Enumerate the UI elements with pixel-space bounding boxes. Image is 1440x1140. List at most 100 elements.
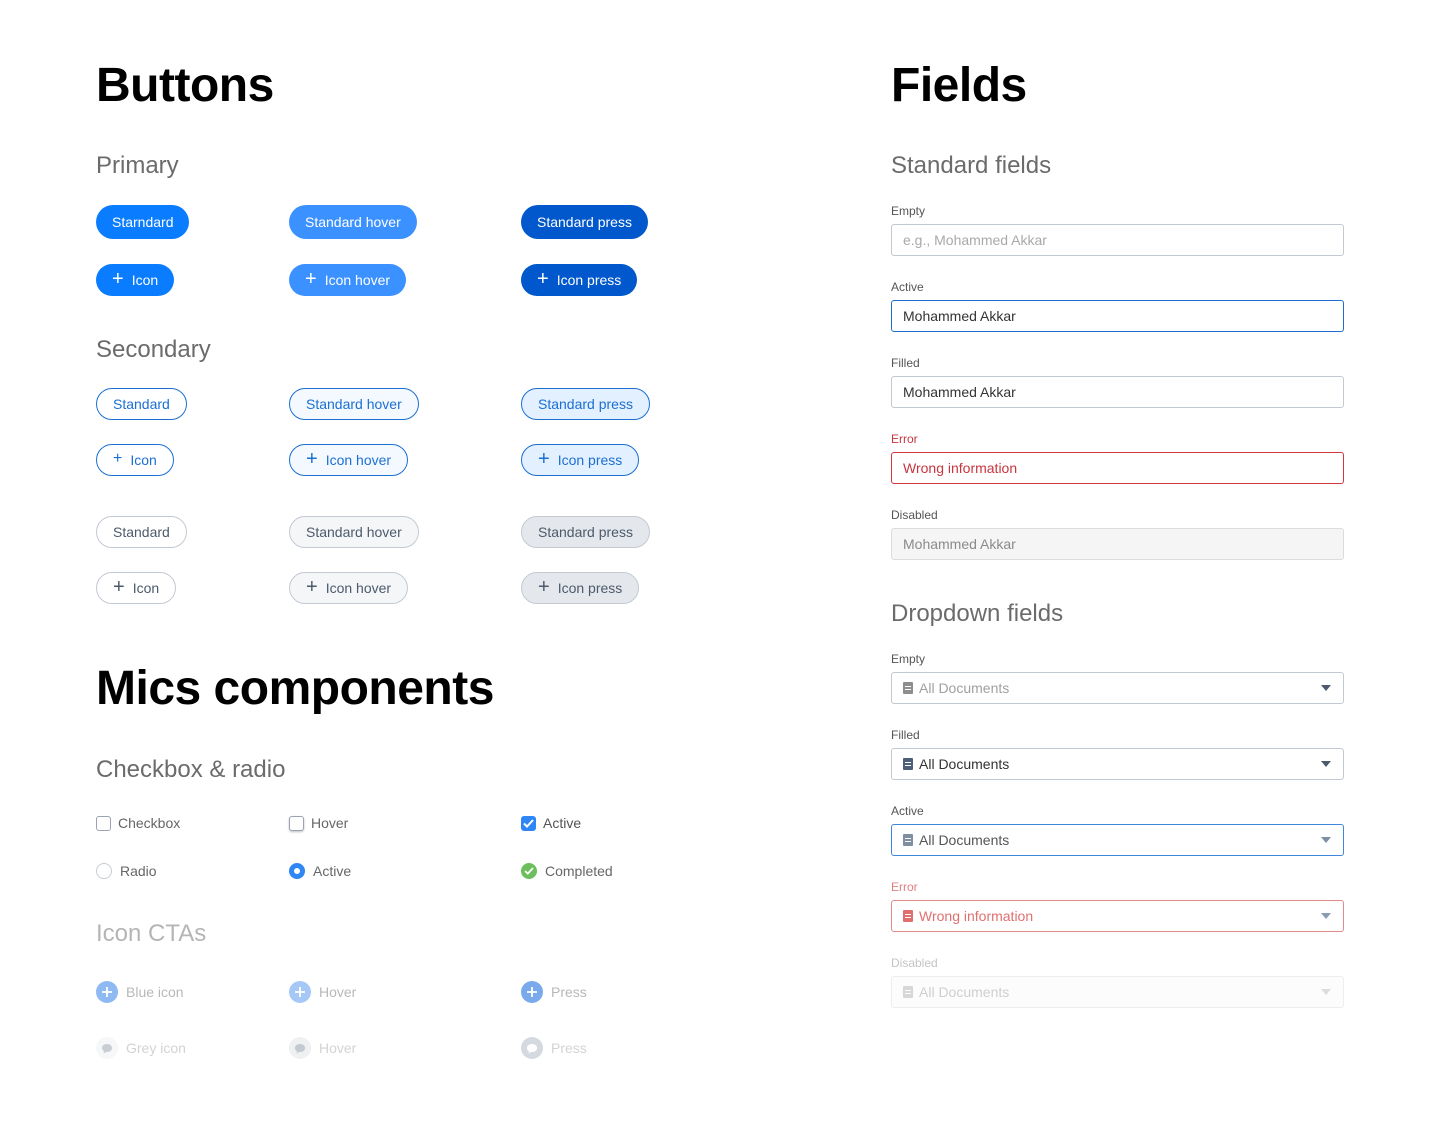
radio-label: Radio xyxy=(120,863,157,879)
radio-selected-icon[interactable] xyxy=(289,863,305,879)
error-field-label: Error xyxy=(891,432,918,446)
secondary-standard-press-button[interactable]: Standard press xyxy=(521,388,650,420)
plus-icon: + xyxy=(306,576,318,598)
error-text-input[interactable]: Wrong information xyxy=(891,452,1344,484)
plus-circle-icon[interactable] xyxy=(289,981,311,1003)
button-label: Icon press xyxy=(556,272,622,288)
button-label: Standard hover xyxy=(305,214,401,230)
plus-circle-icon[interactable] xyxy=(96,981,118,1003)
chat-bubble-icon[interactable] xyxy=(289,1037,311,1059)
grey-icon-cta[interactable]: Grey icon xyxy=(96,1037,186,1059)
button-label: Icon hover xyxy=(325,452,392,468)
chat-bubble-icon[interactable] xyxy=(521,1037,543,1059)
primary-standard-press-button[interactable]: Standard press xyxy=(521,205,648,239)
checkbox-label: Hover xyxy=(311,815,349,831)
plus-icon: + xyxy=(538,448,550,470)
fields-heading: Fields xyxy=(891,59,1027,112)
grey-standard-button[interactable]: Standard xyxy=(96,516,187,548)
plus-circle-icon[interactable] xyxy=(521,981,543,1003)
cta-label: Hover xyxy=(319,1040,357,1056)
button-label: Standard xyxy=(113,396,170,412)
dropdown-active[interactable]: All Documents xyxy=(891,824,1344,856)
input-placeholder: e.g., Mohammed Akkar xyxy=(903,232,1047,248)
grey-icon-hover-button[interactable]: + Icon hover xyxy=(289,572,409,604)
grey-standard-press-button[interactable]: Standard press xyxy=(521,516,650,548)
filled-text-input[interactable]: Mohammed Akkar xyxy=(891,376,1344,408)
radio-icon[interactable] xyxy=(96,863,112,879)
checkbox-active[interactable]: Active xyxy=(521,815,581,831)
buttons-heading: Buttons xyxy=(96,59,274,112)
primary-icon-hover-button[interactable]: + Icon hover xyxy=(289,264,407,296)
plus-icon: + xyxy=(306,448,318,470)
dropdown-empty[interactable]: All Documents xyxy=(891,672,1344,704)
primary-icon-press-button[interactable]: + Icon press xyxy=(521,264,638,296)
button-label: Standard press xyxy=(538,524,633,540)
plus-icon: + xyxy=(113,576,125,598)
active-field-label: Active xyxy=(891,280,924,294)
cta-label: Press xyxy=(551,984,587,1000)
primary-standard-hover-button[interactable]: Standard hover xyxy=(289,205,417,239)
cta-label: Blue icon xyxy=(126,984,184,1000)
plus-icon: + xyxy=(538,576,550,598)
primary-standard-button[interactable]: Starndard xyxy=(96,205,190,239)
blue-icon-cta[interactable]: Blue icon xyxy=(96,981,184,1003)
blue-icon-cta-hover[interactable]: Hover xyxy=(289,981,356,1003)
button-label: Standard press xyxy=(537,214,632,230)
cta-label: Press xyxy=(551,1040,587,1056)
dropdown-disabled-label: Disabled xyxy=(891,956,938,970)
icon-ctas-heading: Icon CTAs xyxy=(96,920,207,947)
checkbox-icon[interactable] xyxy=(96,815,111,831)
plus-icon: + xyxy=(112,268,124,290)
document-icon xyxy=(903,758,913,770)
primary-heading: Primary xyxy=(96,152,179,179)
checkbox-default[interactable]: Checkbox xyxy=(96,815,180,831)
dropdown-fields-heading: Dropdown fields xyxy=(891,600,1064,627)
document-icon xyxy=(903,682,913,694)
blue-icon-cta-press[interactable]: Press xyxy=(521,981,587,1003)
dropdown-empty-label: Empty xyxy=(891,652,926,666)
caret-down-icon xyxy=(1321,761,1331,767)
checkbox-hover[interactable]: Hover xyxy=(289,815,348,831)
secondary-icon-press-button[interactable]: + Icon press xyxy=(521,444,640,476)
radio-completed[interactable]: Completed xyxy=(521,863,613,879)
checkbox-label: Active xyxy=(543,815,582,831)
secondary-standard-button[interactable]: Standard xyxy=(96,388,187,420)
grey-icon-press-button[interactable]: + Icon press xyxy=(521,572,640,604)
button-label: Standard press xyxy=(538,396,633,412)
grey-icon-button[interactable]: + Icon xyxy=(96,572,177,604)
active-text-input[interactable]: Mohammed Akkar xyxy=(891,300,1344,332)
caret-down-icon xyxy=(1321,913,1331,919)
secondary-icon-button[interactable]: + Icon xyxy=(96,444,174,476)
plus-icon: + xyxy=(305,268,317,290)
secondary-icon-hover-button[interactable]: + Icon hover xyxy=(289,444,409,476)
button-label: Standard xyxy=(113,524,170,540)
plus-icon: + xyxy=(113,450,123,467)
button-label: Standard hover xyxy=(306,524,402,540)
button-label: Starndard xyxy=(112,214,174,230)
disabled-field-label: Disabled xyxy=(891,508,938,522)
secondary-standard-hover-button[interactable]: Standard hover xyxy=(289,388,419,420)
primary-icon-button[interactable]: + Icon xyxy=(96,264,175,296)
caret-down-icon xyxy=(1321,685,1331,691)
dropdown-value: All Documents xyxy=(919,756,1010,772)
grey-icon-cta-hover[interactable]: Hover xyxy=(289,1037,356,1059)
button-label: Icon hover xyxy=(324,272,391,288)
chat-bubble-icon[interactable] xyxy=(96,1037,118,1059)
document-icon xyxy=(903,910,913,922)
grey-standard-hover-button[interactable]: Standard hover xyxy=(289,516,419,548)
dropdown-error[interactable]: Wrong information xyxy=(891,900,1344,932)
dropdown-disabled: All Documents xyxy=(891,976,1344,1008)
radio-default[interactable]: Radio xyxy=(96,863,157,879)
radio-active[interactable]: Active xyxy=(289,863,351,879)
caret-down-icon xyxy=(1321,837,1331,843)
checkbox-checked-icon[interactable] xyxy=(521,815,536,831)
input-value: Wrong information xyxy=(903,460,1018,476)
button-label: Icon press xyxy=(557,580,623,596)
dropdown-value: Wrong information xyxy=(919,908,1034,924)
document-icon xyxy=(903,986,913,998)
empty-text-input[interactable]: e.g., Mohammed Akkar xyxy=(891,224,1344,256)
check-circle-icon[interactable] xyxy=(521,863,537,879)
grey-icon-cta-press[interactable]: Press xyxy=(521,1037,587,1059)
checkbox-icon[interactable] xyxy=(289,815,304,831)
dropdown-filled[interactable]: All Documents xyxy=(891,748,1344,780)
